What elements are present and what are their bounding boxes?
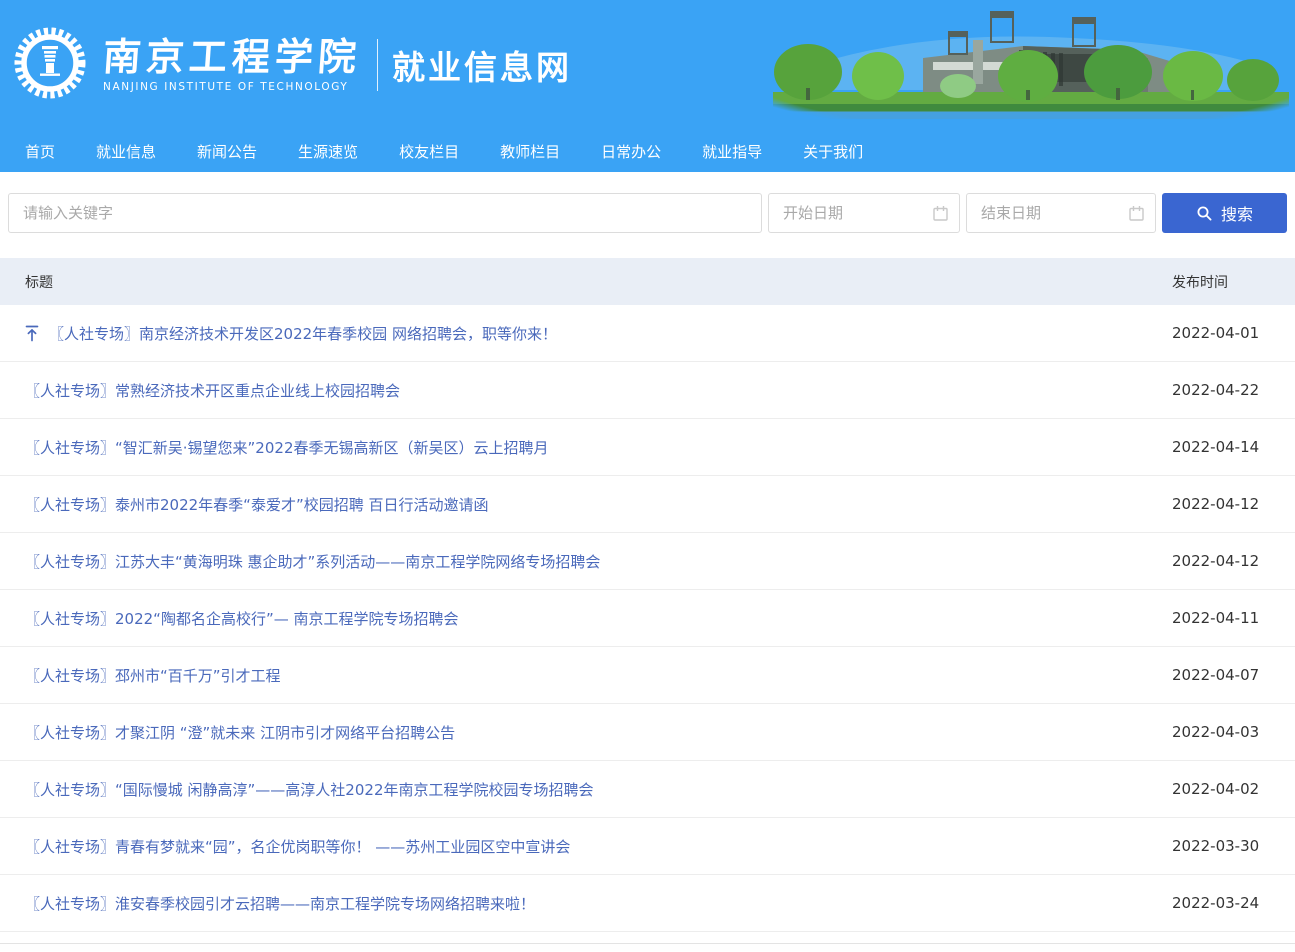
brand: 南京工程学院 NANJING INSTITUTE OF TECHNOLOGY 就… bbox=[0, 0, 572, 130]
calendar-icon[interactable] bbox=[1128, 205, 1145, 226]
announcement-link[interactable]: 〖人社专场〗邳州市“百千万”引才工程 bbox=[25, 665, 281, 686]
row-title-cell: 〖人社专场〗淮安春季校园引才云招聘——南京工程学院专场网络招聘来啦！ bbox=[0, 893, 1172, 914]
column-header-date: 发布时间 bbox=[1172, 272, 1295, 292]
table-row[interactable]: 〖人社专场〗邳州市“百千万”引才工程 2022-04-07 bbox=[0, 647, 1295, 704]
site-header: 南京工程学院 NANJING INSTITUTE OF TECHNOLOGY 就… bbox=[0, 0, 1295, 172]
main-nav: 首页 就业信息 新闻公告 生源速览 校友栏目 教师栏目 日常办公 就业指导 关于… bbox=[0, 130, 904, 172]
pin-to-top-icon bbox=[25, 325, 39, 342]
announcement-link[interactable]: 〖人社专场〗淮安春季校园引才云招聘——南京工程学院专场网络招聘来啦！ bbox=[25, 893, 535, 914]
table-row[interactable]: 〖人社专场〗2022“陶都名企高校行”— 南京工程学院专场招聘会 2022-04… bbox=[0, 590, 1295, 647]
list-rows: 〖人社专场〗南京经济技术开发区2022年春季校园 网络招聘会，职等你来！ 202… bbox=[0, 305, 1295, 932]
announcement-link[interactable]: 〖人社专场〗2022“陶都名企高校行”— 南京工程学院专场招聘会 bbox=[25, 608, 459, 629]
school-name-block: 南京工程学院 NANJING INSTITUTE OF TECHNOLOGY bbox=[103, 37, 361, 94]
campus-photo bbox=[773, 10, 1289, 122]
row-title-cell: 〖人社专场〗江苏大丰“黄海明珠 惠企助才”系列活动——南京工程学院网络专场招聘会 bbox=[0, 551, 1172, 572]
end-date-input[interactable] bbox=[967, 194, 1155, 232]
end-date-field[interactable] bbox=[966, 193, 1156, 233]
publish-date: 2022-03-30 bbox=[1172, 837, 1295, 855]
site-name: 就业信息网 bbox=[392, 41, 572, 89]
start-date-field[interactable] bbox=[768, 193, 960, 233]
publish-date: 2022-04-22 bbox=[1172, 381, 1295, 399]
nav-item-students[interactable]: 生源速览 bbox=[298, 141, 358, 162]
announcement-link[interactable]: 〖人社专场〗南京经济技术开发区2022年春季校园 网络招聘会，职等你来！ bbox=[49, 323, 557, 344]
publish-date: 2022-04-14 bbox=[1172, 438, 1295, 456]
publish-date: 2022-04-12 bbox=[1172, 495, 1295, 513]
search-icon bbox=[1196, 205, 1213, 222]
table-row[interactable]: 〖人社专场〗青春有梦就来“园”，名企优岗职等你！ ——苏州工业园区空中宣讲会 2… bbox=[0, 818, 1295, 875]
search-bar: 搜索 bbox=[0, 172, 1295, 258]
nav-item-daily-work[interactable]: 日常办公 bbox=[601, 141, 661, 162]
publish-date: 2022-04-11 bbox=[1172, 609, 1295, 627]
announcement-link[interactable]: 〖人社专场〗常熟经济技术开区重点企业线上校园招聘会 bbox=[25, 380, 400, 401]
row-title-cell: 〖人社专场〗泰州市2022年春季“泰爱才”校园招聘 百日行活动邀请函 bbox=[0, 494, 1172, 515]
publish-date: 2022-03-24 bbox=[1172, 894, 1295, 912]
announcement-list: 标题 发布时间 〖人社专场〗南京经济技术开发区2022年春季校园 网络招聘会，职… bbox=[0, 258, 1295, 951]
nav-item-jobs[interactable]: 就业信息 bbox=[96, 141, 156, 162]
announcement-link[interactable]: 〖人社专场〗才聚江阴 “澄”就未来 江阴市引才网络平台招聘公告 bbox=[25, 722, 455, 743]
table-row[interactable]: 〖人社专场〗江苏大丰“黄海明珠 惠企助才”系列活动——南京工程学院网络专场招聘会… bbox=[0, 533, 1295, 590]
announcement-link[interactable]: 〖人社专场〗“智汇新吴·锡望您来”2022春季无锡高新区（新吴区）云上招聘月 bbox=[25, 437, 549, 458]
table-row[interactable]: 〖人社专场〗南京经济技术开发区2022年春季校园 网络招聘会，职等你来！ 202… bbox=[0, 305, 1295, 362]
publish-date: 2022-04-12 bbox=[1172, 552, 1295, 570]
table-row[interactable]: 〖人社专场〗常熟经济技术开区重点企业线上校园招聘会 2022-04-22 bbox=[0, 362, 1295, 419]
row-title-cell: 〖人社专场〗邳州市“百千万”引才工程 bbox=[0, 665, 1172, 686]
nav-item-teachers[interactable]: 教师栏目 bbox=[500, 141, 560, 162]
table-row[interactable]: 〖人社专场〗“智汇新吴·锡望您来”2022春季无锡高新区（新吴区）云上招聘月 2… bbox=[0, 419, 1295, 476]
nav-item-guidance[interactable]: 就业指导 bbox=[702, 141, 762, 162]
publish-date: 2022-04-02 bbox=[1172, 780, 1295, 798]
announcement-link[interactable]: 〖人社专场〗泰州市2022年春季“泰爱才”校园招聘 百日行活动邀请函 bbox=[25, 494, 489, 515]
table-row[interactable]: 〖人社专场〗才聚江阴 “澄”就未来 江阴市引才网络平台招聘公告 2022-04-… bbox=[0, 704, 1295, 761]
nav-item-alumni[interactable]: 校友栏目 bbox=[399, 141, 459, 162]
row-title-cell: 〖人社专场〗“智汇新吴·锡望您来”2022春季无锡高新区（新吴区）云上招聘月 bbox=[0, 437, 1172, 458]
nav-item-about[interactable]: 关于我们 bbox=[803, 141, 863, 162]
school-name-cn: 南京工程学院 bbox=[102, 37, 363, 79]
row-title-cell: 〖人社专场〗才聚江阴 “澄”就未来 江阴市引才网络平台招聘公告 bbox=[0, 722, 1172, 743]
calendar-icon[interactable] bbox=[932, 205, 949, 226]
footer-divider bbox=[0, 943, 1295, 951]
list-header: 标题 发布时间 bbox=[0, 258, 1295, 305]
keyword-search-input[interactable] bbox=[8, 193, 762, 233]
table-row[interactable]: 〖人社专场〗“国际慢城 闲静高淳”——高淳人社2022年南京工程学院校园专场招聘… bbox=[0, 761, 1295, 818]
row-title-cell: 〖人社专场〗青春有梦就来“园”，名企优岗职等你！ ——苏州工业园区空中宣讲会 bbox=[0, 836, 1172, 857]
nav-item-news[interactable]: 新闻公告 bbox=[197, 141, 257, 162]
search-button-label: 搜索 bbox=[1221, 201, 1253, 225]
school-name-en: NANJING INSTITUTE OF TECHNOLOGY bbox=[103, 81, 361, 93]
search-button[interactable]: 搜索 bbox=[1162, 193, 1287, 233]
publish-date: 2022-04-03 bbox=[1172, 723, 1295, 741]
table-row[interactable]: 〖人社专场〗淮安春季校园引才云招聘——南京工程学院专场网络招聘来啦！ 2022-… bbox=[0, 875, 1295, 932]
announcement-link[interactable]: 〖人社专场〗“国际慢城 闲静高淳”——高淳人社2022年南京工程学院校园专场招聘… bbox=[25, 779, 594, 800]
row-title-cell: 〖人社专场〗“国际慢城 闲静高淳”——高淳人社2022年南京工程学院校园专场招聘… bbox=[0, 779, 1172, 800]
brand-divider bbox=[377, 39, 378, 91]
row-title-cell: 〖人社专场〗常熟经济技术开区重点企业线上校园招聘会 bbox=[0, 380, 1172, 401]
column-header-title: 标题 bbox=[0, 272, 1172, 292]
nav-item-home[interactable]: 首页 bbox=[25, 141, 55, 162]
row-title-cell: 〖人社专场〗2022“陶都名企高校行”— 南京工程学院专场招聘会 bbox=[0, 608, 1172, 629]
publish-date: 2022-04-01 bbox=[1172, 324, 1295, 342]
start-date-input[interactable] bbox=[769, 194, 959, 232]
announcement-link[interactable]: 〖人社专场〗江苏大丰“黄海明珠 惠企助才”系列活动——南京工程学院网络专场招聘会 bbox=[25, 551, 600, 572]
publish-date: 2022-04-07 bbox=[1172, 666, 1295, 684]
table-row[interactable]: 〖人社专场〗泰州市2022年春季“泰爱才”校园招聘 百日行活动邀请函 2022-… bbox=[0, 476, 1295, 533]
row-title-cell: 〖人社专场〗南京经济技术开发区2022年春季校园 网络招聘会，职等你来！ bbox=[0, 323, 1172, 344]
announcement-link[interactable]: 〖人社专场〗青春有梦就来“园”，名企优岗职等你！ ——苏州工业园区空中宣讲会 bbox=[25, 836, 570, 857]
school-seal-logo[interactable] bbox=[13, 26, 87, 104]
